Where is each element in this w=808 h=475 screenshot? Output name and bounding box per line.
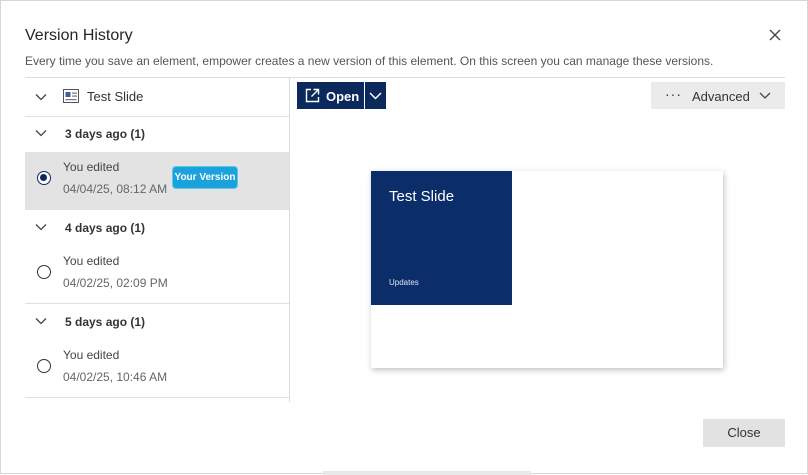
dialog-subtitle: Every time you save an element, empower … [25, 54, 714, 68]
version-date: 04/02/25, 10:46 AM [63, 370, 168, 384]
chevron-down-icon [758, 89, 772, 106]
version-date: 04/02/25, 02:09 PM [63, 276, 168, 290]
dialog-title: Version History [25, 27, 133, 44]
version-action: You edited [63, 254, 120, 268]
radio-icon[interactable] [37, 171, 51, 185]
slide-preview: Test Slide Updates [371, 171, 723, 368]
chevron-down-icon [369, 92, 382, 100]
version-action: You edited [63, 160, 120, 174]
open-external-icon [305, 88, 320, 103]
open-button[interactable]: Open [297, 82, 364, 109]
advanced-button-label: Advanced [692, 89, 750, 104]
close-button[interactable]: Close [703, 419, 785, 447]
group-header[interactable]: 4 days ago (1) [25, 210, 289, 246]
radio-icon[interactable] [37, 265, 51, 279]
slide-title: Test Slide [389, 188, 455, 205]
version-tree: Test Slide 3 days ago (1) You edited 04/… [25, 78, 290, 402]
tree-root-label: Test Slide [87, 89, 144, 104]
slide-subtitle: Updates [389, 278, 419, 287]
group-label: 5 days ago (1) [65, 315, 146, 329]
close-icon[interactable] [765, 25, 785, 45]
version-row[interactable]: You edited 04/02/25, 02:09 PM [25, 246, 289, 304]
group-label: 4 days ago (1) [65, 221, 146, 235]
chevron-down-icon[interactable] [34, 314, 48, 328]
slide-icon [63, 89, 79, 103]
version-row[interactable]: You edited 04/02/25, 10:46 AM [25, 340, 289, 398]
radio-icon[interactable] [37, 359, 51, 373]
version-history-dialog: Version History Every time you save an e… [0, 0, 808, 475]
bottom-scroll-strip [323, 471, 531, 475]
open-dropdown-button[interactable] [365, 82, 386, 109]
group-label: 3 days ago (1) [65, 127, 146, 141]
advanced-button[interactable]: ··· Advanced [651, 82, 785, 109]
more-dots-icon: ··· [665, 86, 682, 102]
slide-thumbnail: Test Slide Updates [371, 171, 512, 305]
open-button-label: Open [326, 89, 360, 104]
version-row[interactable]: You edited 04/04/25, 08:12 AM Your Versi… [25, 152, 289, 210]
version-action: You edited [63, 348, 120, 362]
chevron-down-icon[interactable] [34, 90, 48, 104]
version-date: 04/04/25, 08:12 AM [63, 182, 168, 196]
group-header[interactable]: 3 days ago (1) [25, 116, 289, 152]
chevron-down-icon[interactable] [34, 220, 48, 234]
your-version-badge: Your Version [173, 167, 237, 188]
group-header[interactable]: 5 days ago (1) [25, 304, 289, 340]
chevron-down-icon[interactable] [34, 126, 48, 140]
tree-root-row[interactable]: Test Slide [25, 78, 289, 117]
